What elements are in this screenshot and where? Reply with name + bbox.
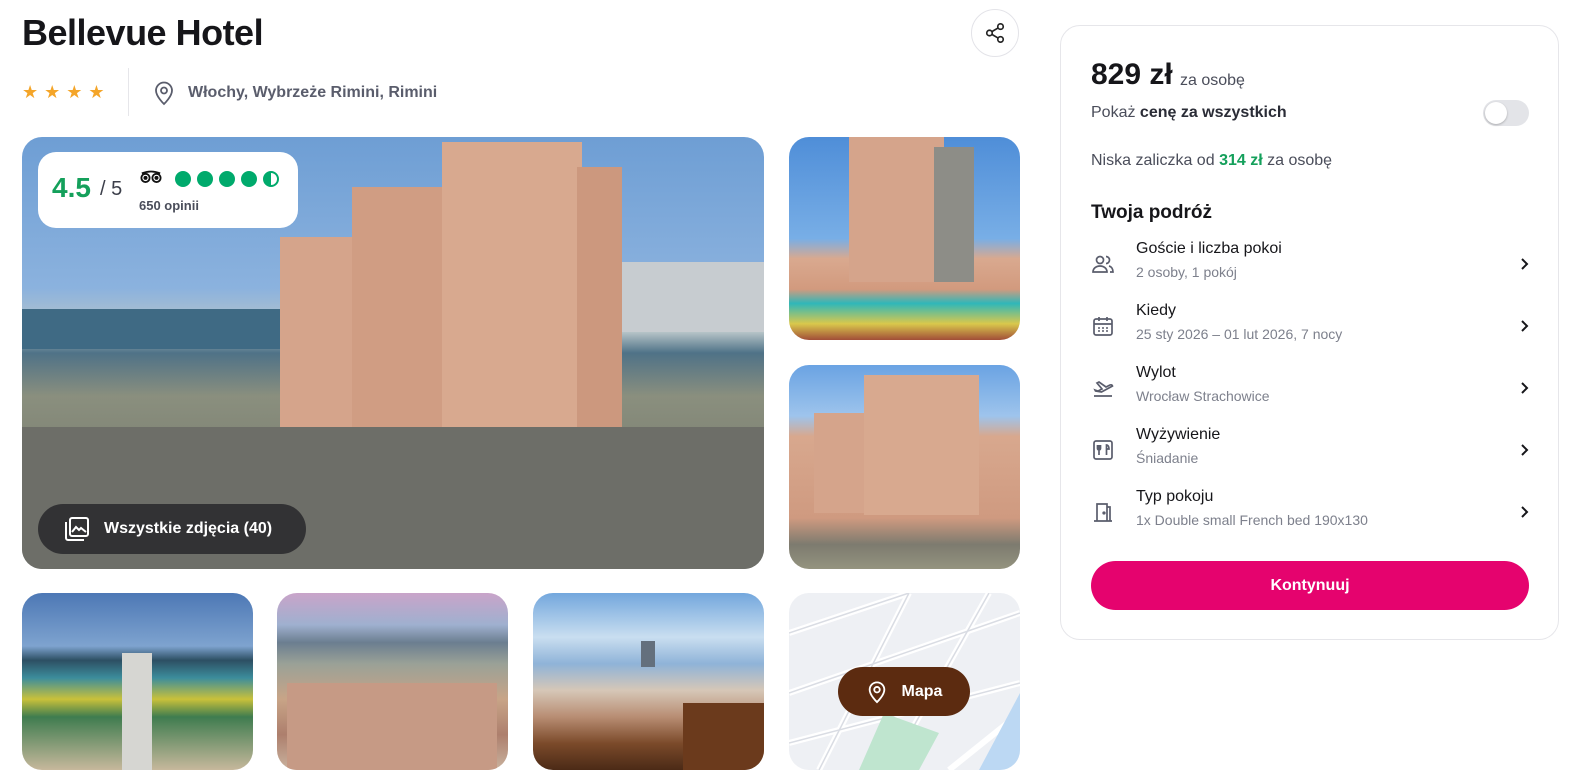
bubble-icon: [219, 171, 235, 187]
review-count[interactable]: 650 opinii: [139, 198, 199, 213]
all-photos-label: Wszystkie zdjęcia (40): [104, 520, 273, 537]
trip-item-guests[interactable]: Goście i liczba pokoi 2 osoby, 1 pokój: [1091, 240, 1531, 290]
price-unit: za osobę: [1180, 72, 1245, 89]
plane-departure-icon: [1093, 381, 1114, 397]
photo-walkway: [122, 653, 152, 770]
bubble-icon: [175, 171, 191, 187]
tripadvisor-bubbles: [175, 171, 279, 187]
location-pin-icon: [155, 81, 173, 106]
photo-building: [577, 167, 622, 447]
hotel-title: Bellevue Hotel: [22, 12, 264, 53]
trip-item-value: 1x Double small French bed 190x130: [1136, 512, 1368, 528]
gallery-icon: [65, 517, 89, 541]
star-rating: ★ ★ ★ ★: [22, 82, 105, 102]
trip-item-room[interactable]: Typ pokoju 1x Double small French bed 19…: [1091, 488, 1531, 538]
toggle-bold: cenę za wszystkich: [1139, 104, 1287, 121]
bubble-icon: [241, 171, 257, 187]
chevron-right-icon: [1521, 320, 1529, 332]
rating-max: / 5: [100, 178, 123, 200]
gallery-photo[interactable]: [533, 593, 764, 770]
map-label: Mapa: [901, 682, 943, 700]
photo-building: [864, 375, 979, 515]
share-button[interactable]: [971, 9, 1019, 57]
star-icon: ★: [88, 82, 105, 102]
trip-item-value: Śniadanie: [1136, 450, 1199, 466]
price-for-all-toggle[interactable]: [1483, 100, 1529, 126]
star-icon: ★: [22, 82, 39, 102]
photo-sea: [22, 309, 302, 349]
rating-score: 4.5: [52, 172, 91, 203]
map-button[interactable]: Mapa: [838, 667, 970, 716]
deposit-info: Niska zaliczka od 314 zł za osobę: [1091, 152, 1332, 170]
tripadvisor-icon: [140, 170, 162, 183]
trip-item-value: 25 sty 2026 – 01 lut 2026, 7 nocy: [1136, 326, 1343, 342]
trip-item-dates[interactable]: Kiedy 25 sty 2026 – 01 lut 2026, 7 nocy: [1091, 302, 1531, 352]
people-icon: [1092, 255, 1114, 273]
continue-button[interactable]: Kontynuuj: [1091, 561, 1529, 610]
gallery-photo[interactable]: [277, 593, 508, 770]
photo-building: [934, 147, 974, 282]
bubble-icon: [197, 171, 213, 187]
star-icon: ★: [44, 82, 61, 102]
hotel-location[interactable]: Włochy, Wybrzeże Rimini, Rimini: [152, 80, 437, 106]
trip-item-label: Kiedy: [1136, 302, 1177, 319]
gallery-photo[interactable]: [789, 137, 1020, 340]
door-icon: [1094, 503, 1112, 522]
trip-item-label: Goście i liczba pokoi: [1136, 240, 1282, 257]
header-divider: [128, 68, 129, 116]
chevron-right-icon: [1521, 258, 1529, 270]
booking-panel: 829 zł za osobę Pokaż cenę za wszystkich…: [1060, 25, 1559, 640]
chevron-right-icon: [1521, 444, 1529, 456]
trip-item-departure[interactable]: Wylot Wrocław Strachowice: [1091, 364, 1531, 414]
photo-building: [622, 262, 764, 332]
trip-item-value: Wrocław Strachowice: [1136, 388, 1270, 404]
photo-building: [280, 237, 360, 447]
half-bubble-icon: [263, 171, 279, 187]
rating-card[interactable]: 4.5 / 5 650 opinii: [38, 152, 298, 228]
photo-terrace: [287, 683, 497, 770]
map-pin-icon: [868, 681, 885, 703]
location-text: Włochy, Wybrzeże Rimini, Rimini: [188, 84, 438, 101]
photo-building: [442, 142, 582, 447]
toggle-prefix: Pokaż: [1091, 104, 1136, 121]
photo-building: [849, 137, 944, 282]
deposit-amount: 314 zł: [1219, 152, 1263, 169]
trip-item-label: Wylot: [1136, 364, 1176, 381]
photo-balcony: [683, 703, 764, 770]
cutlery-icon: [1093, 440, 1113, 460]
price-for-all-label: Pokaż cenę za wszystkich: [1091, 104, 1287, 122]
photo-tower: [641, 641, 655, 667]
trip-item-meals[interactable]: Wyżywienie Śniadanie: [1091, 426, 1531, 476]
calendar-icon: [1093, 317, 1113, 336]
trip-title: Twoja podróż: [1091, 202, 1213, 223]
price: 829 zł: [1091, 58, 1173, 91]
trip-item-value: 2 osoby, 1 pokój: [1136, 264, 1237, 280]
chevron-right-icon: [1521, 382, 1529, 394]
share-icon: [985, 23, 1005, 43]
star-icon: ★: [66, 82, 83, 102]
deposit-prefix: Niska zaliczka od: [1091, 152, 1215, 169]
trip-item-label: Wyżywienie: [1136, 426, 1221, 443]
gallery-photo[interactable]: [789, 365, 1020, 569]
gallery-photo[interactable]: [22, 593, 253, 770]
all-photos-button[interactable]: Wszystkie zdjęcia (40): [38, 504, 306, 554]
deposit-suffix: za osobę: [1267, 152, 1333, 169]
trip-item-label: Typ pokoju: [1136, 488, 1214, 505]
chevron-right-icon: [1521, 506, 1529, 518]
